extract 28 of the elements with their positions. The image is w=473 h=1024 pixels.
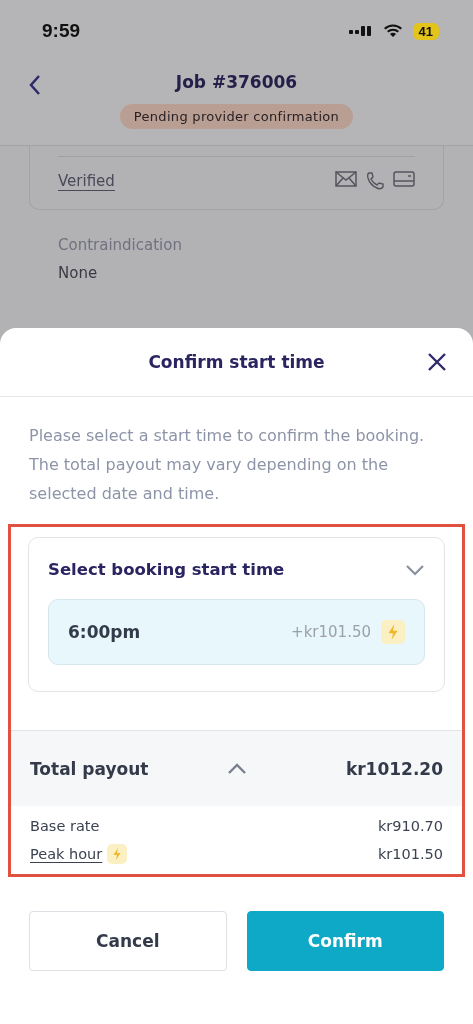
chevron-down-icon (405, 563, 425, 576)
contraindication-value: None (58, 264, 99, 282)
phone-icon[interactable] (365, 171, 385, 191)
payout-toggle[interactable]: Total payout kr1012.20 (11, 730, 462, 806)
time-picker-toggle[interactable]: Select booking start time (48, 560, 425, 579)
status-time: 9:59 (42, 20, 81, 42)
signal-icon (348, 24, 373, 38)
surcharge-amount: +kr101.50 (291, 623, 371, 641)
description-text: Please select a start time to confirm the booking. The total payout may vary depending on the selected date and time. (29, 425, 426, 505)
rate-label: Base rate (30, 818, 100, 834)
cancel-button[interactable]: Cancel (29, 911, 227, 971)
rate-amount: kr101.50 (377, 846, 443, 862)
sheet-title: Confirm start time (148, 352, 325, 372)
lightning-icon (381, 620, 405, 644)
time-option[interactable]: 6:00pm +kr101.50 (48, 599, 425, 665)
card-icon[interactable] (393, 171, 415, 187)
time-value: 6:00pm (68, 622, 141, 642)
rate-amount: kr910.70 (377, 818, 443, 834)
mail-icon[interactable] (335, 171, 357, 187)
battery-level: 41 (412, 22, 439, 40)
peak-hour-link[interactable]: Peak hour (30, 846, 103, 862)
wifi-icon (382, 24, 403, 38)
job-title: Job #376006 (175, 72, 298, 92)
verified-link[interactable]: Verified (58, 172, 115, 190)
lightning-icon (107, 844, 128, 864)
contraindication-label: Contraindication (58, 236, 183, 254)
back-icon[interactable] (28, 74, 42, 96)
status-badge: Pending provider confirmation (119, 104, 354, 129)
